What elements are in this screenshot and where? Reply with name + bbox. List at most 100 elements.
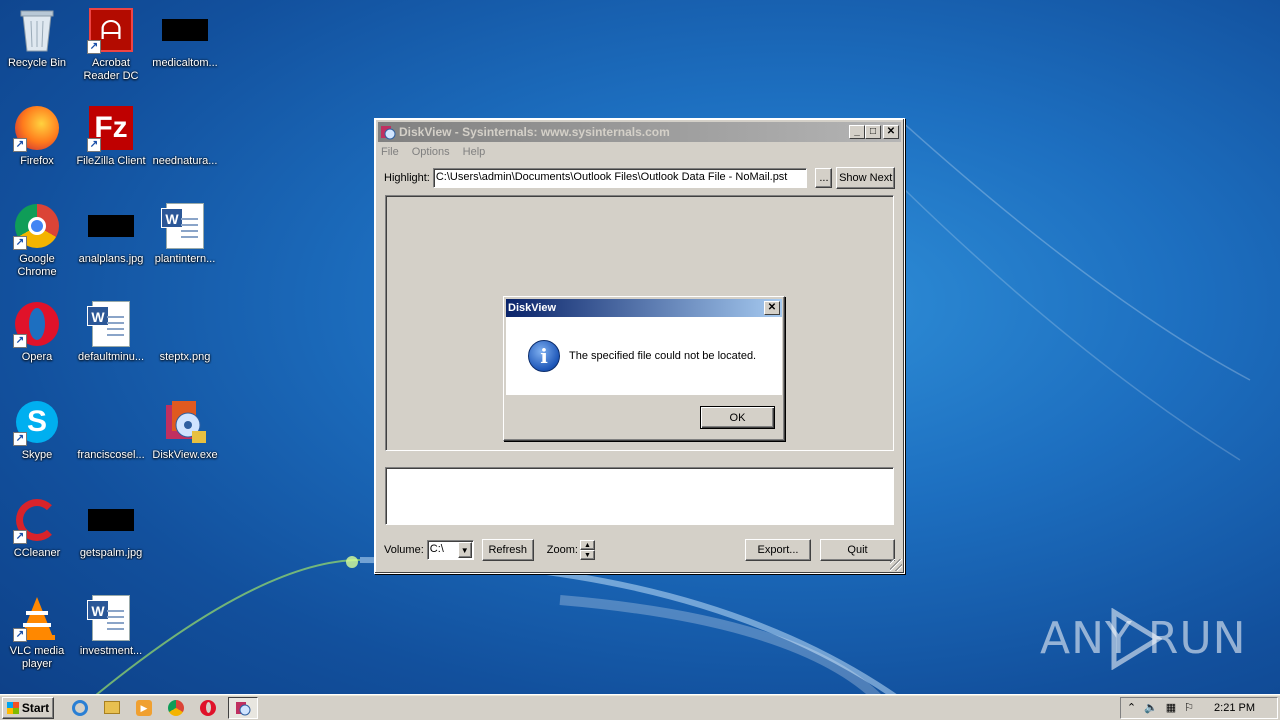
dialog-close-button[interactable]: ✕ — [764, 301, 780, 315]
highlight-path-field[interactable]: C:\Users\admin\Documents\Outlook Files\O… — [432, 168, 808, 188]
ccleaner-icon: ↗ — [13, 496, 61, 544]
desktop-icon-label: medicaltom... — [152, 57, 218, 69]
chevron-down-icon[interactable]: ▼ — [457, 542, 472, 558]
desktop-icon-chrome[interactable]: ↗ Google Chrome — [0, 202, 74, 294]
desktop-icon-label: investment... — [79, 645, 143, 657]
desktop-icon-label: DiskView.exe — [152, 449, 218, 461]
desktop-icon-label: Skype — [21, 449, 53, 461]
desktop-icon-label: Recycle Bin — [7, 57, 67, 69]
windows-logo-icon — [6, 701, 19, 714]
action-center-flag-icon[interactable]: ⚐ — [1184, 701, 1194, 714]
minimize-button[interactable]: _ — [849, 125, 865, 139]
desktop-icon-recycle-bin[interactable]: Recycle Bin — [0, 6, 74, 98]
taskbar-opera-icon[interactable] — [196, 697, 220, 719]
desktop-icon-label: defaultminu... — [77, 351, 145, 363]
desktop-icon-label: analplans.jpg — [78, 253, 144, 265]
shortcut-arrow-icon: ↗ — [13, 432, 27, 446]
desktop-icon-vlc[interactable]: ↗ VLC media player — [0, 594, 74, 686]
desktop-icon-ccleaner[interactable]: ↗ CCleaner — [0, 496, 74, 588]
clock[interactable]: 2:21 PM — [1214, 702, 1255, 714]
shortcut-arrow-icon: ↗ — [13, 236, 27, 250]
desktop-icon-opera[interactable]: ↗ Opera — [0, 300, 74, 392]
shortcut-arrow-icon: ↗ — [13, 334, 27, 348]
start-button[interactable]: Start — [2, 696, 54, 719]
network-icon[interactable]: ▦ — [1166, 701, 1176, 714]
desktop-icon-filezilla[interactable]: Fz ↗ FileZilla Client — [74, 104, 148, 196]
zoom-spinner[interactable]: ▲ ▼ — [579, 540, 595, 560]
desktop-icon-investment[interactable]: W investment... — [74, 594, 148, 686]
desktop-icon-medicaltom[interactable]: medicaltom... — [148, 6, 222, 98]
highlight-row: Highlight: C:\Users\admin\Documents\Outl… — [384, 167, 895, 189]
show-next-button[interactable]: Show Next — [836, 167, 895, 189]
window-titlebar[interactable]: DiskView - Sysinternals: www.sysinternal… — [378, 122, 901, 142]
close-button[interactable]: ✕ — [883, 125, 899, 139]
dialog-message: The specified file could not be located. — [569, 350, 757, 362]
image-file-icon — [87, 202, 135, 250]
desktop-icon-plantintern[interactable]: W plantintern... — [148, 202, 222, 294]
taskbar-diskview-icon[interactable] — [228, 696, 258, 719]
desktop-icon-label: FileZilla Client — [76, 155, 146, 167]
dialog-title: DiskView — [508, 302, 557, 314]
taskbar-media-player-icon[interactable]: ▶ — [132, 697, 156, 719]
skype-icon: S ↗ — [13, 398, 61, 446]
taskbar-ie-icon[interactable] — [68, 697, 92, 719]
play-logo-icon — [1111, 608, 1162, 670]
desktop-icon-defaultminu[interactable]: W defaultminu... — [74, 300, 148, 392]
taskbar-chrome-icon[interactable] — [164, 697, 188, 719]
quit-button[interactable]: Quit — [820, 539, 895, 561]
browse-button[interactable]: ... — [815, 168, 833, 188]
word-doc-icon: W — [161, 202, 209, 250]
resize-grip[interactable] — [890, 559, 902, 571]
menu-file[interactable]: File — [381, 146, 399, 158]
desktop-icon-label: Google Chrome — [17, 253, 57, 278]
acrobat-icon: ᗩ ↗ — [87, 6, 135, 54]
volume-label: Volume: — [384, 544, 424, 556]
image-file-icon — [161, 6, 209, 54]
image-file-icon — [87, 496, 135, 544]
tray-expand-icon[interactable]: ⌃ — [1127, 701, 1136, 714]
zoom-down-icon[interactable]: ▼ — [579, 550, 595, 560]
desktop-icon-diskview[interactable]: DiskView.exe — [148, 398, 222, 490]
menu-options[interactable]: Options — [412, 146, 450, 158]
desktop-icon-label: steptx.png — [159, 351, 211, 363]
desktop-icon-label: getspalm.jpg — [79, 547, 143, 559]
desktop-icon-label: Acrobat Reader DC — [83, 57, 139, 82]
zoom-up-icon[interactable]: ▲ — [579, 540, 595, 550]
shortcut-arrow-icon: ↗ — [13, 138, 27, 152]
desktop-icon-label: VLC media player — [9, 645, 65, 670]
image-file-icon — [87, 398, 135, 446]
vlc-icon: ↗ — [13, 594, 61, 642]
refresh-button[interactable]: Refresh — [481, 539, 534, 561]
diskview-app-icon — [380, 124, 396, 140]
recycle-bin-icon — [13, 6, 61, 54]
desktop-icon-steptx[interactable]: steptx.png — [148, 300, 222, 392]
shortcut-arrow-icon: ↗ — [13, 530, 27, 544]
desktop-icon-neednatura[interactable]: neednatura... — [148, 104, 222, 196]
volume-select[interactable]: C:\ ▼ — [426, 540, 474, 560]
window-title: DiskView - Sysinternals: www.sysinternal… — [399, 125, 670, 139]
taskbar-explorer-icon[interactable] — [100, 697, 124, 719]
desktop-icon-getspalm[interactable]: getspalm.jpg — [74, 496, 148, 588]
dialog-titlebar[interactable]: DiskView ✕ — [506, 299, 782, 317]
desktop-icon-franciscosel[interactable]: franciscosel... — [74, 398, 148, 490]
diskview-icon — [161, 398, 209, 446]
desktop-icon-skype[interactable]: S ↗ Skype — [0, 398, 74, 490]
export-button[interactable]: Export... — [745, 539, 811, 561]
menu-help[interactable]: Help — [463, 146, 486, 158]
shortcut-arrow-icon: ↗ — [13, 628, 27, 642]
desktop-icon-firefox[interactable]: ↗ Firefox — [0, 104, 74, 196]
desktop-icon-analplans[interactable]: analplans.jpg — [74, 202, 148, 294]
desktop-icon-label: plantintern... — [154, 253, 216, 265]
ok-button[interactable]: OK — [700, 406, 775, 429]
maximize-button[interactable]: □ — [865, 125, 881, 139]
info-icon: i — [528, 340, 560, 372]
zoom-label: Zoom: — [546, 544, 578, 556]
desktop-icon-label: CCleaner — [13, 547, 61, 559]
start-label: Start — [21, 700, 50, 715]
menu-bar: File Options Help — [375, 142, 904, 162]
taskbar: Start ▶ ⌃ 🔈 ▦ ⚐ 2:21 PM — [0, 694, 1280, 720]
shortcut-arrow-icon: ↗ — [87, 40, 101, 54]
volume-icon[interactable]: 🔈 — [1144, 701, 1158, 714]
desktop-icon-label: franciscosel... — [77, 449, 145, 461]
desktop-icon-acrobat[interactable]: ᗩ ↗ Acrobat Reader DC — [74, 6, 148, 98]
